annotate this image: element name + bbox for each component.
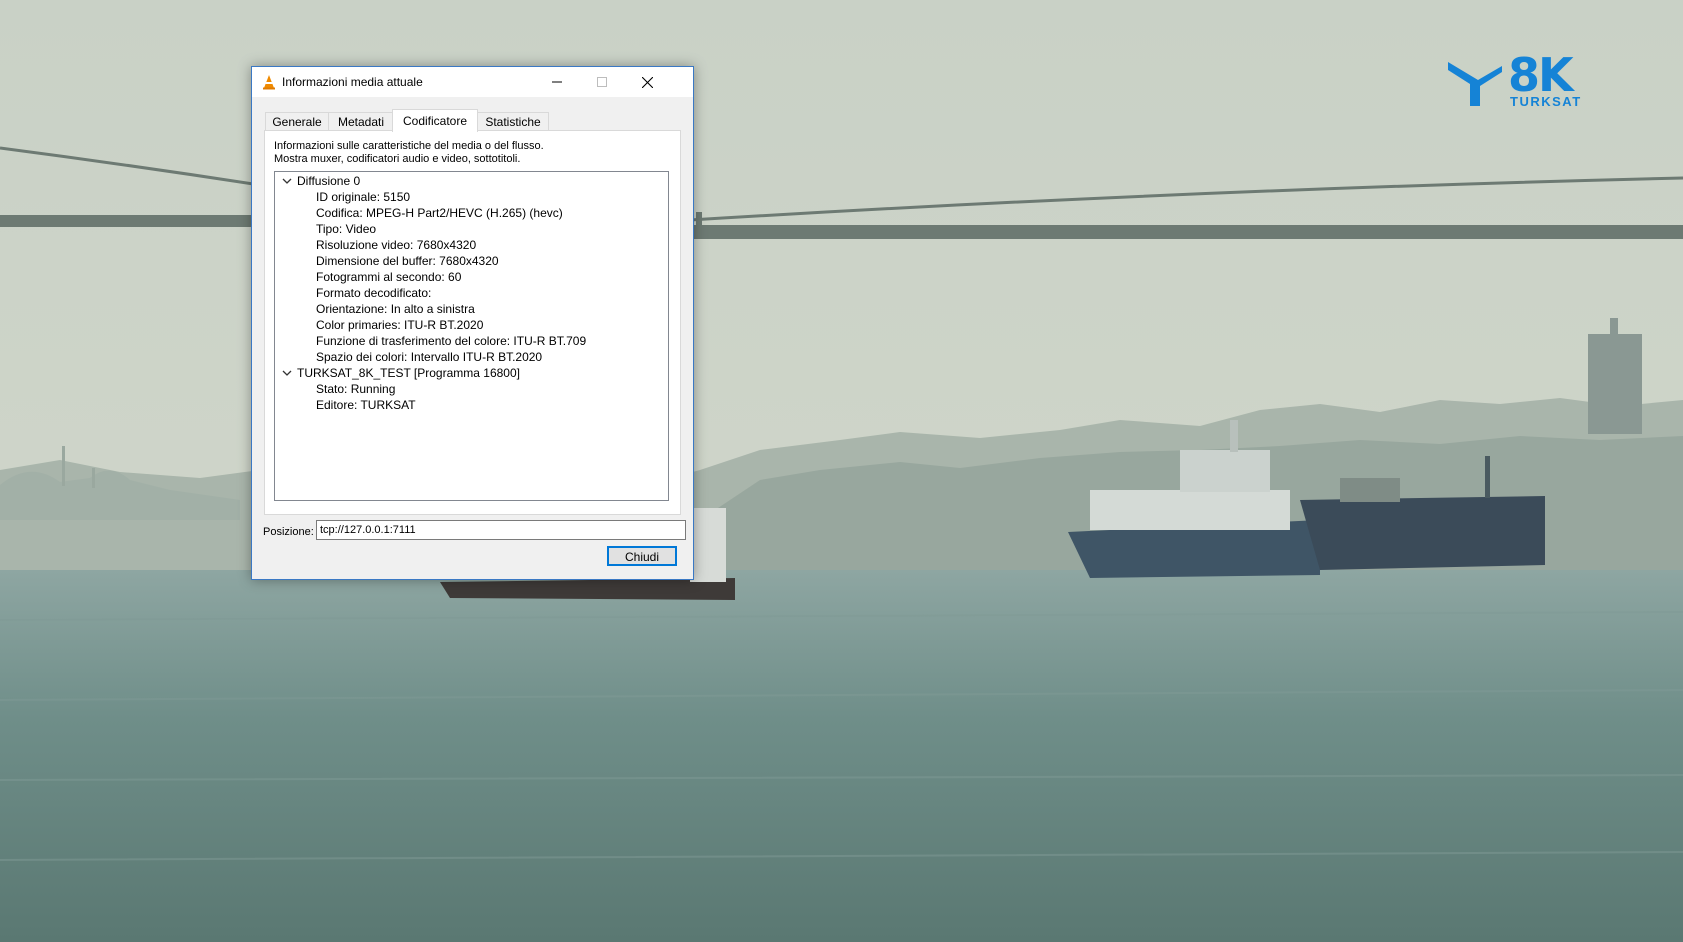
media-info-dialog: Informazioni media attuale Generale Meta… [251,66,694,580]
tree-item[interactable]: ID originale: 5150 [316,190,410,204]
minimize-button[interactable] [534,67,579,97]
tab-metadati[interactable]: Metadati [328,112,394,131]
tree-item[interactable]: Editore: TURKSAT [316,398,416,412]
description-line-1: Informazioni sulle caratteristiche del m… [274,140,544,152]
dialog-title: Informazioni media attuale [282,75,423,89]
title-bar[interactable]: Informazioni media attuale [252,67,693,97]
tree-item[interactable]: Codifica: MPEG-H Part2/HEVC (H.265) (hev… [316,206,563,220]
vlc-cone-icon [263,75,275,90]
codec-tree[interactable]: Diffusione 0 ID originale: 5150 Codifica… [274,171,669,501]
tree-item[interactable]: Dimensione del buffer: 7680x4320 [316,254,499,268]
minimize-icon [551,81,562,83]
tree-item[interactable]: Stato: Running [316,382,395,396]
tree-node-stream-0[interactable]: Diffusione 0 [297,174,360,188]
position-field[interactable]: tcp://127.0.0.1:7111 [316,520,686,540]
tab-generale[interactable]: Generale [265,112,329,131]
close-icon [642,76,653,88]
description-line-2: Mostra muxer, codificatori audio e video… [274,153,521,165]
maximize-icon [596,77,607,87]
close-button[interactable]: Chiudi [607,546,677,566]
brand-logo-icon [1448,62,1502,106]
position-label: Posizione: [263,526,314,538]
tab-statistiche[interactable]: Statistiche [477,112,549,131]
chevron-down-icon[interactable] [282,368,292,378]
logo-text: 8K [1508,48,1574,102]
tree-item[interactable]: Formato decodificato: [316,286,431,300]
tree-item[interactable]: Orientazione: In alto a sinistra [316,302,475,316]
panel-description: Informazioni sulle caratteristiche del m… [274,140,544,166]
maximize-button[interactable] [579,67,624,97]
codec-panel: Informazioni sulle caratteristiche del m… [264,130,681,515]
tab-codificatore[interactable]: Codificatore [392,109,478,132]
tree-item[interactable]: Funzione di trasferimento del colore: IT… [316,334,586,348]
logo-subtext: TURKSAT [1510,94,1582,109]
tree-item[interactable]: Tipo: Video [316,222,376,236]
tree-item[interactable]: Fotogrammi al secondo: 60 [316,270,461,284]
tree-node-program[interactable]: TURKSAT_8K_TEST [Programma 16800] [297,366,520,380]
chevron-down-icon[interactable] [282,176,292,186]
close-window-button[interactable] [625,67,670,97]
tree-item[interactable]: Spazio dei colori: Intervallo ITU-R BT.2… [316,350,542,364]
tree-item[interactable]: Color primaries: ITU-R BT.2020 [316,318,483,332]
tree-item[interactable]: Risoluzione video: 7680x4320 [316,238,476,252]
